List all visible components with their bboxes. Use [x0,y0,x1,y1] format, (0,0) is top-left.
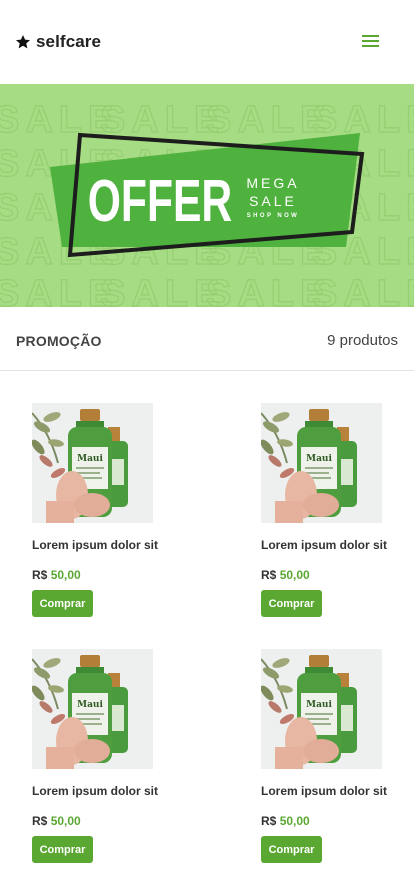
product-name[interactable]: Lorem ipsum dolor sit [261,784,387,798]
promo-banner[interactable]: SALE SALE SALE SALE SALE SALE SALE SALE … [0,84,414,307]
app-header: selfcare [0,0,414,84]
price-currency: R$ [32,568,48,582]
product-card[interactable]: Maui Lorem ipsum dolor sit R$ 50,00 Comp… [32,403,172,623]
buy-button[interactable]: Comprar [32,836,93,863]
star-icon [16,35,30,49]
price-value: 50,00 [279,568,310,582]
price-value: 50,00 [50,814,81,828]
banner-headline: OFFER [88,168,232,235]
brand-name: selfcare [36,32,102,51]
price-currency: R$ [32,814,48,828]
product-image[interactable]: Maui [261,403,382,523]
bottle-label: Maui [77,700,103,710]
banner-line1: MEGA [246,175,299,191]
promo-banner-graphic: SALE SALE SALE SALE SALE SALE SALE SALE … [0,98,414,307]
product-price: R$ 50,00 [261,568,310,582]
banner-line2: SALE [249,193,297,209]
product-card[interactable]: Maui Lorem ipsum dolor sit R$ 50,00 Comp… [32,649,172,869]
buy-button[interactable]: Comprar [261,590,322,617]
product-name[interactable]: Lorem ipsum dolor sit [32,784,158,798]
buy-button[interactable]: Comprar [261,836,322,863]
product-price: R$ 50,00 [32,814,81,828]
product-price: R$ 50,00 [32,568,81,582]
product-name[interactable]: Lorem ipsum dolor sit [261,538,387,552]
buy-button[interactable]: Comprar [32,590,93,617]
bottle-label: Maui [306,454,332,464]
banner-bg-word: SALE [312,99,414,141]
product-image[interactable]: Maui [32,403,153,523]
brand-logo[interactable]: selfcare [15,32,101,52]
product-image[interactable]: Maui [32,649,153,769]
bottle-label: Maui [77,454,103,464]
price-value: 50,00 [50,568,81,582]
price-currency: R$ [261,568,277,582]
section-header: PROMOÇÃO 9 produtos [0,307,414,371]
banner-bg-word: SALE [312,273,414,307]
product-card[interactable]: Maui Lorem ipsum dolor sit R$ 50,00 Comp… [261,403,401,623]
product-name[interactable]: Lorem ipsum dolor sit [32,538,158,552]
price-currency: R$ [261,814,277,828]
section-title: PROMOÇÃO [16,333,102,349]
price-value: 50,00 [279,814,310,828]
product-count: 9 produtos [327,332,398,349]
product-card[interactable]: Maui Lorem ipsum dolor sit R$ 50,00 Comp… [261,649,401,869]
banner-line3: SHOP NOW [247,213,299,219]
product-price: R$ 50,00 [261,814,310,828]
product-image[interactable]: Maui [261,649,382,769]
bottle-label: Maui [306,700,332,710]
hamburger-menu-icon[interactable] [360,32,382,50]
